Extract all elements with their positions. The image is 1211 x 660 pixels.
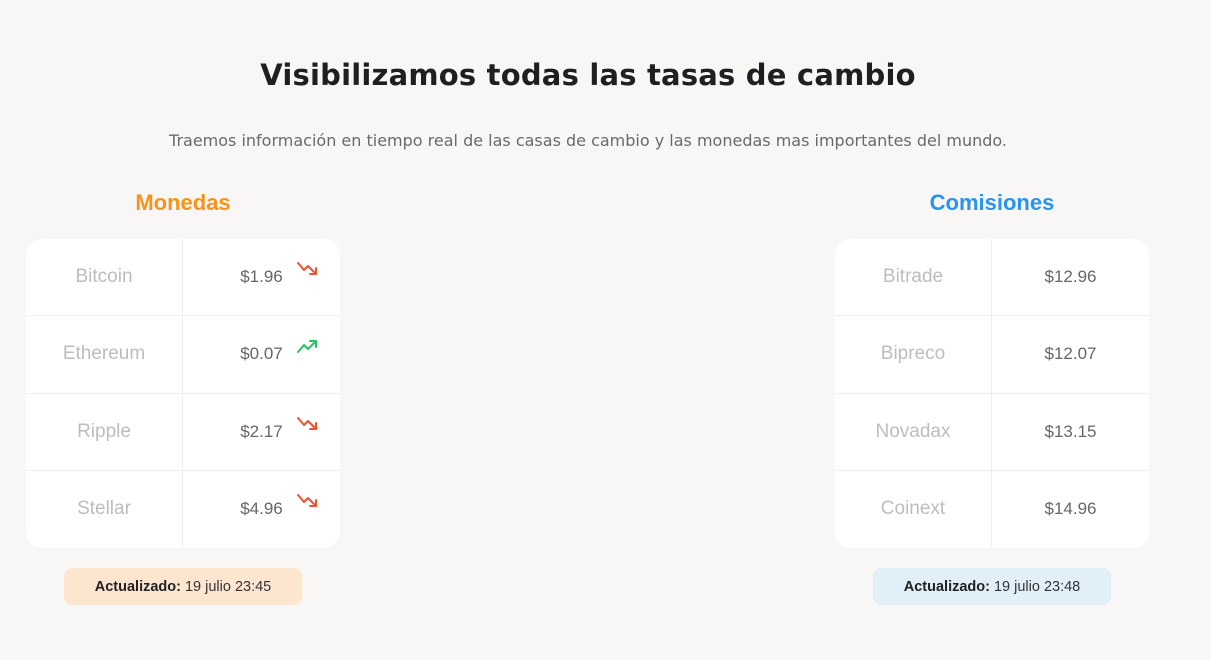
exchange-value: $13.15 xyxy=(1044,421,1097,441)
currency-value-cell: $0.07 xyxy=(183,316,340,392)
exchange-name: Bitrade xyxy=(835,239,992,316)
currency-value-cell: $1.96 xyxy=(183,239,340,315)
currency-value-wrap: $0.07 xyxy=(240,340,317,364)
table-row: Stellar $4.96 xyxy=(26,470,340,548)
comisiones-title: Comisiones xyxy=(929,190,1055,215)
comisiones-table: Bitrade $12.96 Bipreco $12.07 Novadax $1… xyxy=(835,239,1149,548)
table-row: Bitcoin $1.96 xyxy=(26,239,340,317)
currency-value-wrap: $2.17 xyxy=(240,416,317,442)
table-row: Coinext $14.96 xyxy=(835,470,1149,548)
currency-value: $0.07 xyxy=(240,344,283,364)
currency-value-wrap: $4.96 xyxy=(240,494,317,519)
currency-value-cell: $4.96 xyxy=(183,471,340,548)
currency-name: Stellar xyxy=(26,470,183,548)
exchange-value: $14.96 xyxy=(1044,499,1097,519)
down-trend-icon xyxy=(296,416,317,430)
updated-label: Actualizado: xyxy=(903,578,990,595)
currency-value: $1.96 xyxy=(240,267,283,287)
currency-value-cell: $2.17 xyxy=(183,394,340,470)
exchange-name: Novadax xyxy=(835,393,992,470)
up-trend-icon xyxy=(296,340,317,354)
currency-name: Ethereum xyxy=(26,316,183,393)
table-row: Bitrade $12.96 xyxy=(835,239,1149,317)
currency-value-wrap: $1.96 xyxy=(240,262,317,287)
exchange-name: Coinext xyxy=(835,470,992,548)
currency-name: Ripple xyxy=(26,393,183,470)
page-subtitle: Traemos información en tiempo real de la… xyxy=(169,131,1007,150)
currency-name: Bitcoin xyxy=(26,239,183,316)
monedas-updated-badge: Actualizado: 19 julio 23:45 xyxy=(64,568,302,605)
down-trend-icon xyxy=(296,494,317,508)
table-row: Ripple $2.17 xyxy=(26,393,340,471)
updated-timestamp: 19 julio 23:48 xyxy=(993,578,1081,595)
monedas-table: Bitcoin $1.96 Ethereum $0.07 Ripple $2.1… xyxy=(26,239,340,548)
exchange-value: $12.07 xyxy=(1044,344,1097,364)
updated-label: Actualizado: xyxy=(94,578,181,595)
table-row: Bipreco $12.07 xyxy=(835,316,1149,394)
down-trend-icon xyxy=(296,262,317,276)
monedas-title: Monedas xyxy=(135,190,231,215)
currency-value: $4.96 xyxy=(240,499,283,519)
currency-value: $2.17 xyxy=(240,421,283,441)
table-row: Novadax $13.15 xyxy=(835,393,1149,471)
comisiones-updated-badge: Actualizado: 19 julio 23:48 xyxy=(873,568,1111,605)
table-row: Ethereum $0.07 xyxy=(26,316,340,394)
page: Visibilizamos todas las tasas de cambio … xyxy=(0,0,1211,660)
exchange-value: $12.96 xyxy=(1044,267,1097,287)
exchange-name: Bipreco xyxy=(835,316,992,393)
updated-timestamp: 19 julio 23:45 xyxy=(184,578,272,595)
page-title: Visibilizamos todas las tasas de cambio xyxy=(260,58,916,92)
